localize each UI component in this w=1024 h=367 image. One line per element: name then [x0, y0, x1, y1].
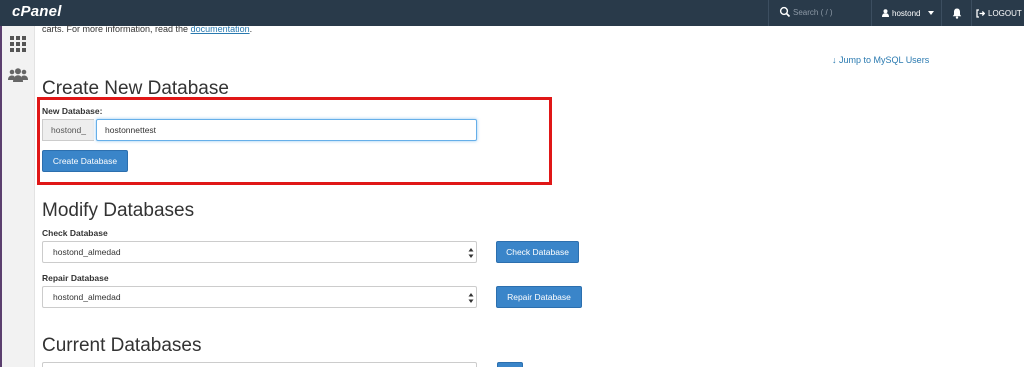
chevron-down-icon: [928, 11, 935, 15]
modify-databases-heading: Modify Databases: [42, 200, 195, 221]
intro-text-end: .: [249, 24, 253, 34]
documentation-link[interactable]: documentation: [191, 24, 250, 34]
create-database-button[interactable]: Create Database: [42, 150, 128, 172]
select-arrows-icon: [468, 293, 474, 303]
repair-database-selected: hostond_almedad: [53, 292, 121, 302]
username: hostond: [892, 8, 921, 18]
current-databases-search[interactable]: [42, 362, 477, 367]
check-database-selected: hostond_almedad: [53, 247, 121, 257]
logout-label: LOGOUT: [988, 8, 1022, 18]
apps-grid-icon[interactable]: [10, 36, 26, 52]
cpanel-logo[interactable]: cPanel: [12, 3, 62, 20]
current-databases-go-button[interactable]: [497, 362, 523, 367]
bell-icon: [952, 8, 961, 19]
sidebar: [0, 26, 35, 367]
current-databases-heading: Current Databases: [42, 335, 202, 356]
new-database-input[interactable]: [96, 119, 477, 141]
logout-icon: [976, 8, 985, 18]
new-database-label: New Database:: [42, 106, 103, 116]
check-database-label: Check Database: [42, 228, 108, 238]
logout-button[interactable]: LOGOUT: [976, 0, 1022, 26]
user-icon: [882, 9, 889, 17]
sidebar-edge: [0, 26, 2, 367]
users-icon[interactable]: [8, 68, 28, 82]
check-database-select[interactable]: hostond_almedad: [42, 241, 477, 263]
notifications-button[interactable]: [942, 0, 972, 26]
check-database-button[interactable]: Check Database: [496, 241, 579, 263]
jump-to-mysql-users-link[interactable]: ↓ Jump to MySQL Users: [832, 55, 929, 65]
user-menu[interactable]: hostond: [872, 0, 942, 26]
intro-text: carts. For more information, read the do…: [42, 24, 252, 34]
top-navbar: cPanel hostond LOGOUT: [0, 0, 1024, 26]
repair-database-button[interactable]: Repair Database: [496, 286, 582, 308]
repair-database-select[interactable]: hostond_almedad: [42, 286, 477, 308]
intro-text-start: carts. For more information, read the: [42, 24, 191, 34]
search-box[interactable]: [768, 0, 872, 26]
select-arrows-icon: [468, 248, 474, 258]
database-prefix: hostond_: [42, 119, 94, 141]
search-icon: [779, 6, 791, 18]
repair-database-label: Repair Database: [42, 273, 109, 283]
search-input[interactable]: [793, 4, 871, 21]
